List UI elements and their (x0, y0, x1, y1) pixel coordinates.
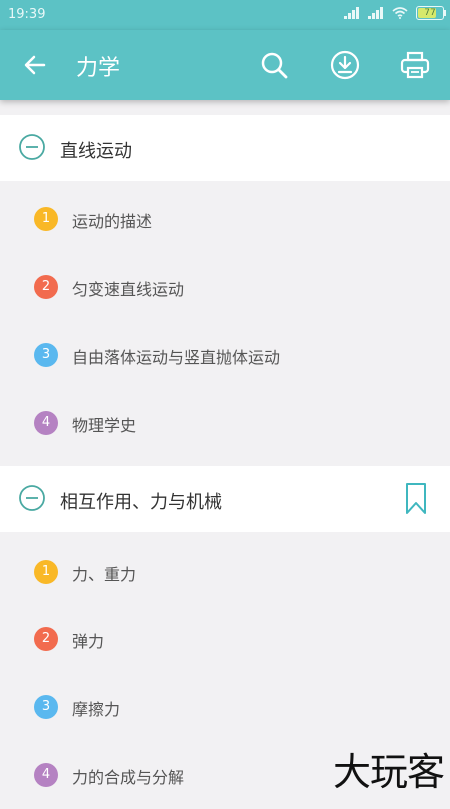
print-icon[interactable] (397, 47, 433, 83)
list-item[interactable]: 3 摩擦力 (0, 673, 450, 741)
back-arrow-icon[interactable] (20, 50, 50, 80)
list-item[interactable]: 3 自由落体运动与竖直抛体运动 (0, 321, 450, 389)
list-item[interactable]: 2 弹力 (0, 605, 450, 673)
bookmark-icon[interactable] (404, 482, 428, 516)
battery-level: 77 (424, 8, 435, 18)
page-title: 力学 (76, 50, 120, 82)
status-bar: 19:39 77 (0, 0, 450, 30)
collapse-icon[interactable] (19, 134, 45, 160)
item-label: 物理学史 (72, 412, 136, 436)
section-title: 直线运动 (60, 137, 132, 163)
item-label: 力、重力 (72, 561, 136, 585)
signal-icon (368, 7, 384, 19)
item-label: 力的合成与分解 (72, 764, 184, 788)
item-label: 弹力 (72, 628, 104, 652)
download-icon[interactable] (327, 47, 363, 83)
item-number-badge: 2 (34, 627, 58, 651)
item-label: 运动的描述 (72, 208, 152, 232)
search-icon[interactable] (256, 47, 292, 83)
collapse-icon[interactable] (19, 485, 45, 511)
watermark-logo: 大玩客 (333, 741, 444, 796)
item-number-badge: 4 (34, 411, 58, 435)
item-number-badge: 2 (34, 275, 58, 299)
status-icons: 77 (344, 6, 444, 20)
item-label: 自由落体运动与竖直抛体运动 (72, 344, 280, 368)
app-bar: 力学 (0, 30, 450, 100)
wifi-icon (392, 7, 408, 19)
status-time: 19:39 (8, 7, 45, 22)
item-number-badge: 1 (34, 207, 58, 231)
section-header[interactable]: 直线运动 (0, 115, 450, 181)
item-number-badge: 4 (34, 763, 58, 787)
signal-icon (344, 7, 360, 19)
list-item[interactable]: 1 力、重力 (0, 538, 450, 606)
list-item[interactable]: 1 运动的描述 (0, 185, 450, 253)
item-label: 匀变速直线运动 (72, 276, 184, 300)
section-title: 相互作用、力与机械 (60, 488, 222, 514)
item-label: 摩擦力 (72, 696, 120, 720)
item-number-badge: 1 (34, 560, 58, 584)
list-item[interactable]: 4 物理学史 (0, 389, 450, 457)
item-number-badge: 3 (34, 343, 58, 367)
list-item[interactable]: 2 匀变速直线运动 (0, 253, 450, 321)
battery-icon: 77 (416, 6, 444, 20)
item-number-badge: 3 (34, 695, 58, 719)
section-header[interactable]: 相互作用、力与机械 (0, 466, 450, 532)
